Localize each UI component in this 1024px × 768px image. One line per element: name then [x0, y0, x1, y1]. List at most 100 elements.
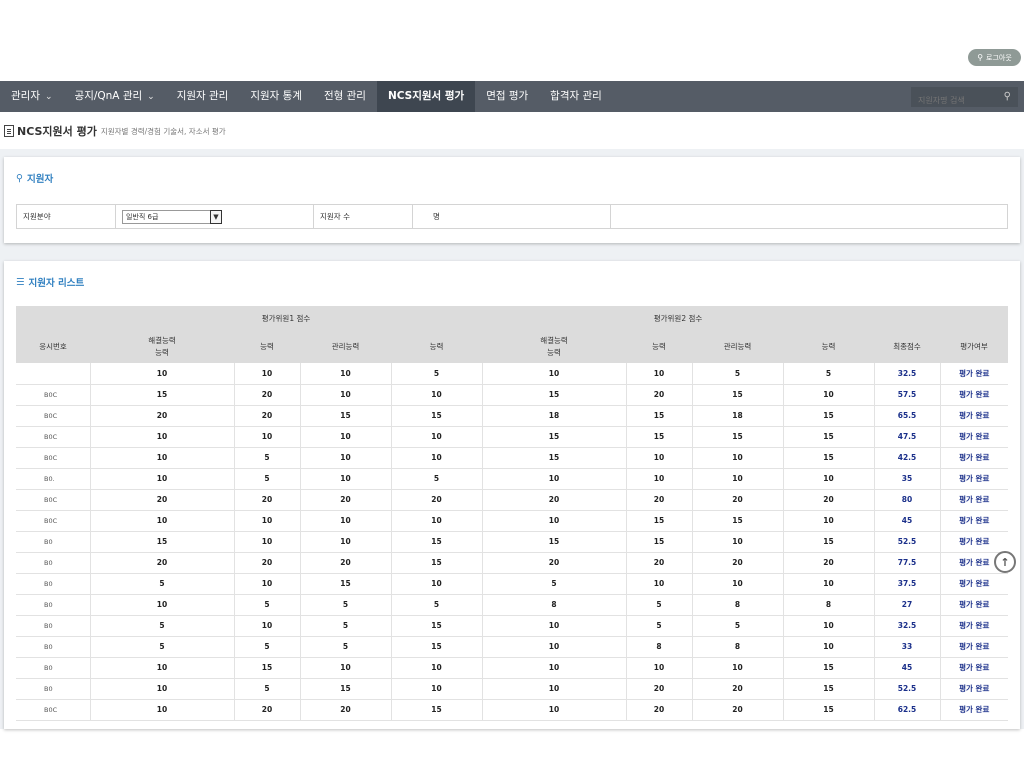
- table-row[interactable]: B0 20 20 20 15 20 20 20 20 77.5 평가 완료: [16, 552, 1008, 574]
- score-cell: 20: [89, 489, 234, 511]
- status-link[interactable]: 평가 완료: [939, 678, 1008, 700]
- nav-item-label: 합격자 관리: [550, 90, 602, 102]
- score-cell: 10: [233, 363, 300, 385]
- score-cell: 10: [233, 531, 300, 553]
- score-cell: 18: [481, 405, 626, 427]
- score-cell: 20: [233, 384, 300, 406]
- score-cell: 37.5: [873, 573, 940, 595]
- score-cell: 10: [481, 657, 626, 679]
- score-cell: 20: [299, 699, 391, 721]
- status-link[interactable]: 평가 완료: [939, 384, 1008, 406]
- score-cell: 15: [481, 447, 626, 469]
- chevron-down-icon: ⌄: [147, 92, 155, 102]
- score-cell: 15: [299, 678, 391, 700]
- nav-item-6[interactable]: 면접 평가: [475, 81, 539, 112]
- scroll-to-top-button[interactable]: ↑: [994, 551, 1016, 573]
- status-link[interactable]: 평가 완료: [939, 615, 1008, 637]
- table-row[interactable]: B0C 10 10 10 10 15 15 15 15 47.5 평가 완료: [16, 426, 1008, 448]
- score-cell: 5: [390, 468, 482, 490]
- score-cell: 15: [233, 657, 300, 679]
- score-cell: 10: [89, 510, 234, 532]
- field-select[interactable]: 일반직 6급 ▼: [122, 209, 222, 224]
- status-link[interactable]: 평가 완료: [939, 510, 1008, 532]
- score-cell: 10: [782, 636, 874, 658]
- score-cell: 8: [691, 636, 783, 658]
- score-cell: 33: [873, 636, 940, 658]
- score-cell: 5: [390, 363, 482, 385]
- applicant-id-cell: B0: [16, 636, 90, 658]
- table-row[interactable]: B0C 15 20 10 10 15 20 15 10 57.5 평가 완료: [16, 384, 1008, 406]
- search-input[interactable]: [912, 91, 996, 110]
- nav-item-0[interactable]: 관리자 ⌄: [0, 81, 64, 112]
- score-cell: 65.5: [873, 405, 940, 427]
- score-cell: 20: [625, 384, 692, 406]
- status-link[interactable]: 평가 완료: [939, 489, 1008, 511]
- nav-item-5[interactable]: NCS지원서 평가: [376, 81, 476, 112]
- table-row[interactable]: B0 5 10 15 10 5 10 10 10 37.5 평가 완료: [16, 573, 1008, 595]
- status-link[interactable]: 평가 완료: [939, 636, 1008, 658]
- status-link[interactable]: 평가 완료: [939, 468, 1008, 490]
- score-cell: 10: [481, 468, 626, 490]
- table-row[interactable]: B0C 10 5 10 10 15 10 10 15 42.5 평가 완료: [16, 447, 1008, 469]
- status-link[interactable]: 평가 완료: [939, 573, 1008, 595]
- score-cell: 15: [481, 426, 626, 448]
- nav-item-label: 전형 관리: [323, 90, 366, 102]
- applicant-id-cell: B0C: [16, 489, 90, 511]
- score-cell: 5: [625, 615, 692, 637]
- score-cell: 10: [89, 594, 234, 616]
- status-link[interactable]: 평가 완료: [939, 447, 1008, 469]
- table-row[interactable]: B0C 20 20 15 15 18 15 18 15 65.5 평가 완료: [16, 405, 1008, 427]
- score-cell: 35: [873, 468, 940, 490]
- score-cell: 20: [89, 552, 234, 574]
- nav-item-1[interactable]: 공지/QnA 관리 ⌄: [64, 81, 166, 112]
- score-cell: 5: [390, 594, 482, 616]
- status-link[interactable]: 평가 완료: [939, 657, 1008, 679]
- nav-item-3[interactable]: 지원자 통계: [239, 81, 313, 112]
- nav-item-2[interactable]: 지원자 관리: [166, 81, 240, 112]
- status-link[interactable]: 평가 완료: [939, 531, 1008, 553]
- page-title-bar: NCS지원서 평가 지원자별 경력/경험 기술서, 자소서 평가: [0, 112, 1024, 149]
- table-row[interactable]: 10 10 10 5 10 10 5 5 32.5 평가 완료: [16, 363, 1008, 385]
- score-cell: 20: [625, 552, 692, 574]
- nav-item-4[interactable]: 전형 관리: [313, 81, 377, 112]
- applicant-id-cell: B0: [16, 531, 90, 553]
- table-row[interactable]: B0. 10 5 10 5 10 10 10 10 35 평가 완료: [16, 468, 1008, 490]
- score-cell: 10: [625, 657, 692, 679]
- status-link[interactable]: 평가 완료: [939, 699, 1008, 721]
- score-cell: 20: [481, 489, 626, 511]
- table-row[interactable]: B0C 10 20 20 15 10 20 20 15 62.5 평가 완료: [16, 699, 1008, 721]
- field-select-value: 일반직 6급: [126, 212, 159, 221]
- status-link[interactable]: 평가 완료: [939, 426, 1008, 448]
- applicant-score-table: 평가위원1 점수 평가위원2 점수 응시번호 해결능력 능력 능력 관리능력 능력 해결능…: [16, 306, 1008, 721]
- table-row[interactable]: B0 10 5 5 5 8 5 8 8 27 평가 완료: [16, 594, 1008, 616]
- logout-button[interactable]: ⚲ 로그아웃: [968, 49, 1021, 66]
- score-cell: 10: [390, 657, 482, 679]
- table-row[interactable]: B0 10 15 10 10 10 10 10 15 45 평가 완료: [16, 657, 1008, 679]
- table-row[interactable]: B0 10 5 15 10 10 20 20 15 52.5 평가 완료: [16, 678, 1008, 700]
- status-link[interactable]: 평가 완료: [939, 363, 1008, 385]
- score-cell: 15: [782, 426, 874, 448]
- score-cell: 20: [299, 489, 391, 511]
- score-cell: 15: [390, 405, 482, 427]
- applicant-id-cell: B0.: [16, 468, 90, 490]
- status-link[interactable]: 평가 완료: [939, 594, 1008, 616]
- score-cell: 10: [481, 363, 626, 385]
- table-row[interactable]: B0C 10 10 10 10 10 15 15 10 45 평가 완료: [16, 510, 1008, 532]
- score-cell: 10: [390, 447, 482, 469]
- table-row[interactable]: B0 15 10 10 15 15 15 10 15 52.5 평가 완료: [16, 531, 1008, 553]
- search-icon[interactable]: ⚲: [1004, 91, 1011, 102]
- table-row[interactable]: B0 5 5 5 15 10 8 8 10 33 평가 완료: [16, 636, 1008, 658]
- score-cell: 45: [873, 657, 940, 679]
- table-row[interactable]: B0C 20 20 20 20 20 20 20 20 80 평가 완료: [16, 489, 1008, 511]
- applicant-id-cell: B0C: [16, 405, 90, 427]
- score-cell: 20: [233, 552, 300, 574]
- nav-item-7[interactable]: 합격자 관리: [539, 81, 613, 112]
- score-cell: 10: [782, 384, 874, 406]
- score-cell: 10: [481, 699, 626, 721]
- score-cell: 10: [625, 468, 692, 490]
- score-cell: 15: [782, 678, 874, 700]
- score-cell: 15: [390, 531, 482, 553]
- table-row[interactable]: B0 5 10 5 15 10 5 5 10 32.5 평가 완료: [16, 615, 1008, 637]
- score-cell: 20: [625, 699, 692, 721]
- status-link[interactable]: 평가 완료: [939, 405, 1008, 427]
